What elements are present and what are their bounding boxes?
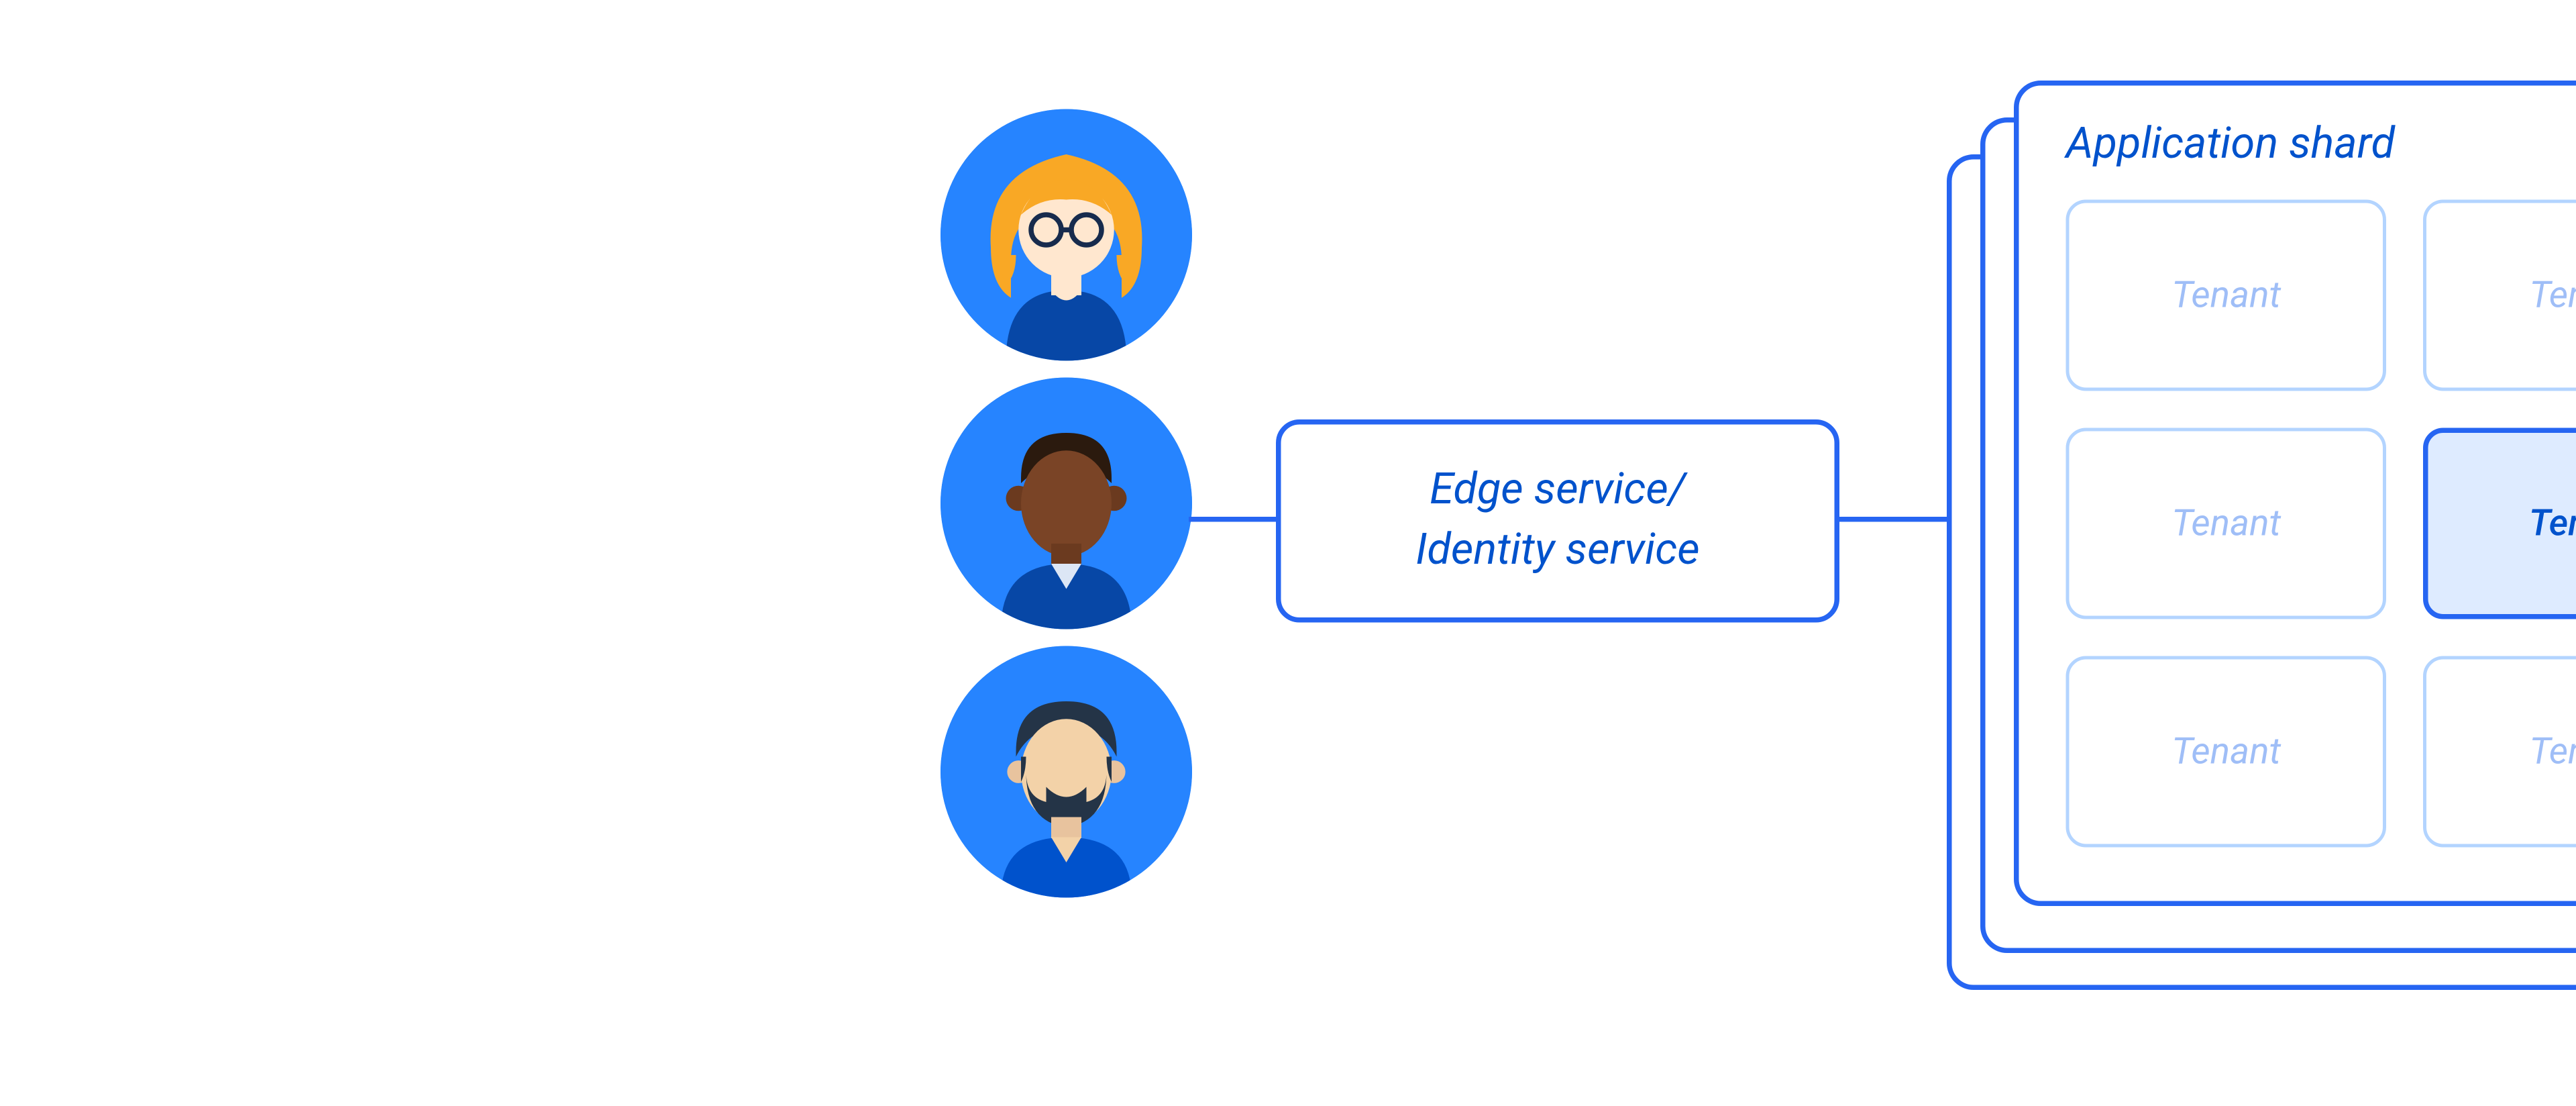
edge-service-label-line2: Identity service <box>1415 521 1700 580</box>
tenant-cell: Tenant <box>2066 656 2387 848</box>
application-shard-stack: Application shard Tenant Tenant Tenant T… <box>1947 81 2576 987</box>
tenant-cell: Tenant <box>2424 656 2576 848</box>
edge-service-label-line1: Edge service/ <box>1415 462 1700 521</box>
user-avatar-3 <box>941 646 1192 898</box>
avatar-illustration-icon <box>941 109 1192 361</box>
tenant-label: Tenant <box>2171 503 2281 545</box>
tenant-cell: Tenant <box>2424 200 2576 391</box>
architecture-diagram: Edge service/ Identity service Applicati… <box>773 0 2576 1106</box>
avatar-illustration-icon <box>941 646 1192 898</box>
user-avatar-1 <box>941 109 1192 361</box>
users-column <box>941 109 1192 898</box>
tenant-cell: Tenant <box>2066 200 2387 391</box>
tenant-label: Tenant <box>2529 503 2576 545</box>
tenant-cell: Tenant <box>2066 428 2387 619</box>
tenant-label: Tenant <box>2530 731 2576 773</box>
connector-line <box>1189 517 1281 522</box>
edge-service-box: Edge service/ Identity service <box>1276 419 1839 623</box>
avatar-illustration-icon <box>941 378 1192 630</box>
shard-title: Application shard <box>2066 119 2576 170</box>
tenant-label: Tenant <box>2171 731 2281 773</box>
tenant-grid: Tenant Tenant Tenant Tenant Tenant Tenan… <box>2066 200 2576 848</box>
tenant-label: Tenant <box>2530 274 2576 317</box>
tenant-cell-highlight: Tenant <box>2424 428 2576 619</box>
user-avatar-2 <box>941 378 1192 630</box>
tenant-label: Tenant <box>2171 274 2281 317</box>
shard-card-front: Application shard Tenant Tenant Tenant T… <box>2014 81 2576 906</box>
